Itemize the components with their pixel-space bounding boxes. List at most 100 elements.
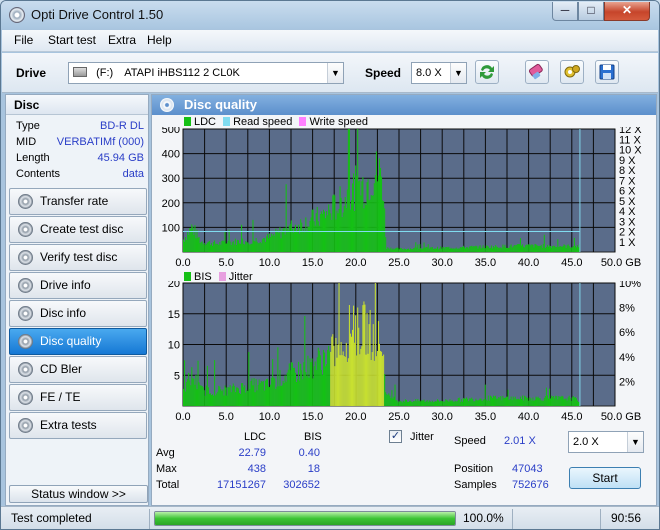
bis-bar [373, 360, 375, 406]
bis-bar [558, 396, 560, 406]
ldc-bar [555, 247, 557, 252]
ldc-bar [390, 247, 392, 252]
bis-bar [250, 380, 252, 406]
bis-bar [359, 354, 361, 406]
bis-bar [412, 402, 414, 406]
bis-bar [300, 363, 302, 406]
bis-bar [432, 402, 434, 406]
ldc-bar [328, 204, 330, 252]
bis-bar [208, 393, 210, 406]
menu-file[interactable]: File [14, 33, 33, 47]
status-separator [600, 509, 601, 529]
speed-stat-label: Speed [454, 435, 486, 447]
ldc-bar [554, 245, 556, 252]
nav-disc-info[interactable]: Disc info [9, 300, 147, 327]
bis-bar [486, 400, 488, 406]
erase-button[interactable] [525, 60, 549, 84]
close-button[interactable]: ✕ [604, 2, 650, 21]
ldc-bar [540, 244, 542, 252]
ldc-bar [215, 243, 217, 252]
ldc-bar [384, 208, 386, 252]
ldc-bar [474, 246, 476, 252]
ldc-bar [276, 232, 278, 252]
title-bar[interactable]: Opti Drive Control 1.50 ─ □ ✕ [1, 1, 659, 29]
bis-bar [447, 400, 449, 406]
refresh-button[interactable] [475, 60, 499, 84]
nav-transfer-rate[interactable]: Transfer rate [9, 188, 147, 215]
nav-fe-te[interactable]: FE / TE [9, 384, 147, 411]
disc-icon [18, 334, 33, 349]
ldc-bar [255, 238, 257, 252]
ldc-bar [307, 226, 309, 252]
ldc-bar [311, 209, 313, 252]
ldc-bar [351, 183, 354, 252]
chevron-down-icon[interactable]: ▼ [450, 63, 466, 83]
ldc-bar [508, 247, 510, 252]
test-speed-select[interactable]: 2.0 X ▼ [568, 431, 644, 453]
ldc-bar [303, 228, 305, 252]
save-button[interactable] [595, 60, 619, 84]
bis-bar [561, 395, 563, 406]
menu-extra[interactable]: Extra [108, 33, 136, 47]
nav-cd-bler[interactable]: CD Bler [9, 356, 147, 383]
nav-drive-info[interactable]: Drive info [9, 272, 147, 299]
ldc-bar [504, 244, 506, 252]
bis-bar [575, 398, 577, 406]
bis-bar [563, 399, 565, 406]
bis-bar [311, 358, 313, 406]
start-button[interactable]: Start [569, 467, 641, 489]
ldc-bar [551, 247, 553, 252]
nav-disc-quality[interactable]: Disc quality [9, 328, 147, 355]
drive-label: Drive [16, 66, 47, 80]
ldc-bar [265, 236, 267, 252]
nav-create-test-disc[interactable]: Create test disc [9, 216, 147, 243]
ldc-bar [356, 175, 358, 252]
ldc-bar [515, 245, 517, 252]
bis-bar [340, 342, 342, 406]
maximize-button[interactable]: □ [578, 2, 604, 21]
bis-bar [273, 377, 275, 406]
ldc-bar [224, 231, 226, 252]
minimize-button[interactable]: ─ [552, 2, 578, 21]
bis-bar [523, 400, 525, 406]
bis-bar [527, 397, 529, 406]
ldc-bar [349, 209, 351, 252]
speed-value: 8.0 X [416, 67, 442, 79]
bis-bar [403, 401, 405, 406]
ldc-bar [281, 231, 283, 252]
bis-bar [560, 396, 562, 406]
settings-button[interactable] [560, 60, 584, 84]
bis-bar [430, 402, 432, 406]
bis-bar [506, 396, 508, 406]
speed-select[interactable]: 8.0 X ▼ [411, 62, 467, 84]
ldc-bar [500, 247, 502, 252]
ldc-bar [327, 215, 329, 252]
ldc-bar [188, 234, 190, 252]
nav-verify-test-disc[interactable]: Verify test disc [9, 244, 147, 271]
bis-bar [292, 368, 294, 406]
chevron-down-icon[interactable]: ▼ [327, 63, 343, 83]
nav-extra-tests[interactable]: Extra tests [9, 412, 147, 439]
drive-select[interactable]: (F:) ATAPI iHBS112 2 CL0K ▼ [68, 62, 344, 84]
x-tick-label: 40.0 [518, 257, 539, 267]
ldc-bar [249, 244, 251, 252]
menu-help[interactable]: Help [147, 33, 172, 47]
bis-bar [491, 398, 494, 406]
bis-bar [398, 401, 400, 406]
menu-start-test[interactable]: Start test [48, 33, 96, 47]
ldc-bar [510, 244, 512, 252]
jitter-checkbox[interactable]: ✓ [389, 430, 402, 443]
status-window-button[interactable]: Status window >> [9, 485, 148, 503]
ldc-bar [374, 175, 376, 252]
ldc-bar [389, 249, 391, 252]
status-separator [512, 509, 513, 529]
ldc-swatch [184, 117, 191, 126]
ldc-bar [520, 245, 523, 252]
ldc-bar [482, 245, 484, 252]
chevron-down-icon[interactable]: ▼ [627, 432, 643, 452]
x-tick-label: 50.0 GB [601, 257, 641, 267]
bis-bar [232, 383, 234, 406]
ldc-bar [530, 245, 532, 252]
bis-bar [470, 398, 472, 406]
ldc-bar [250, 243, 252, 252]
